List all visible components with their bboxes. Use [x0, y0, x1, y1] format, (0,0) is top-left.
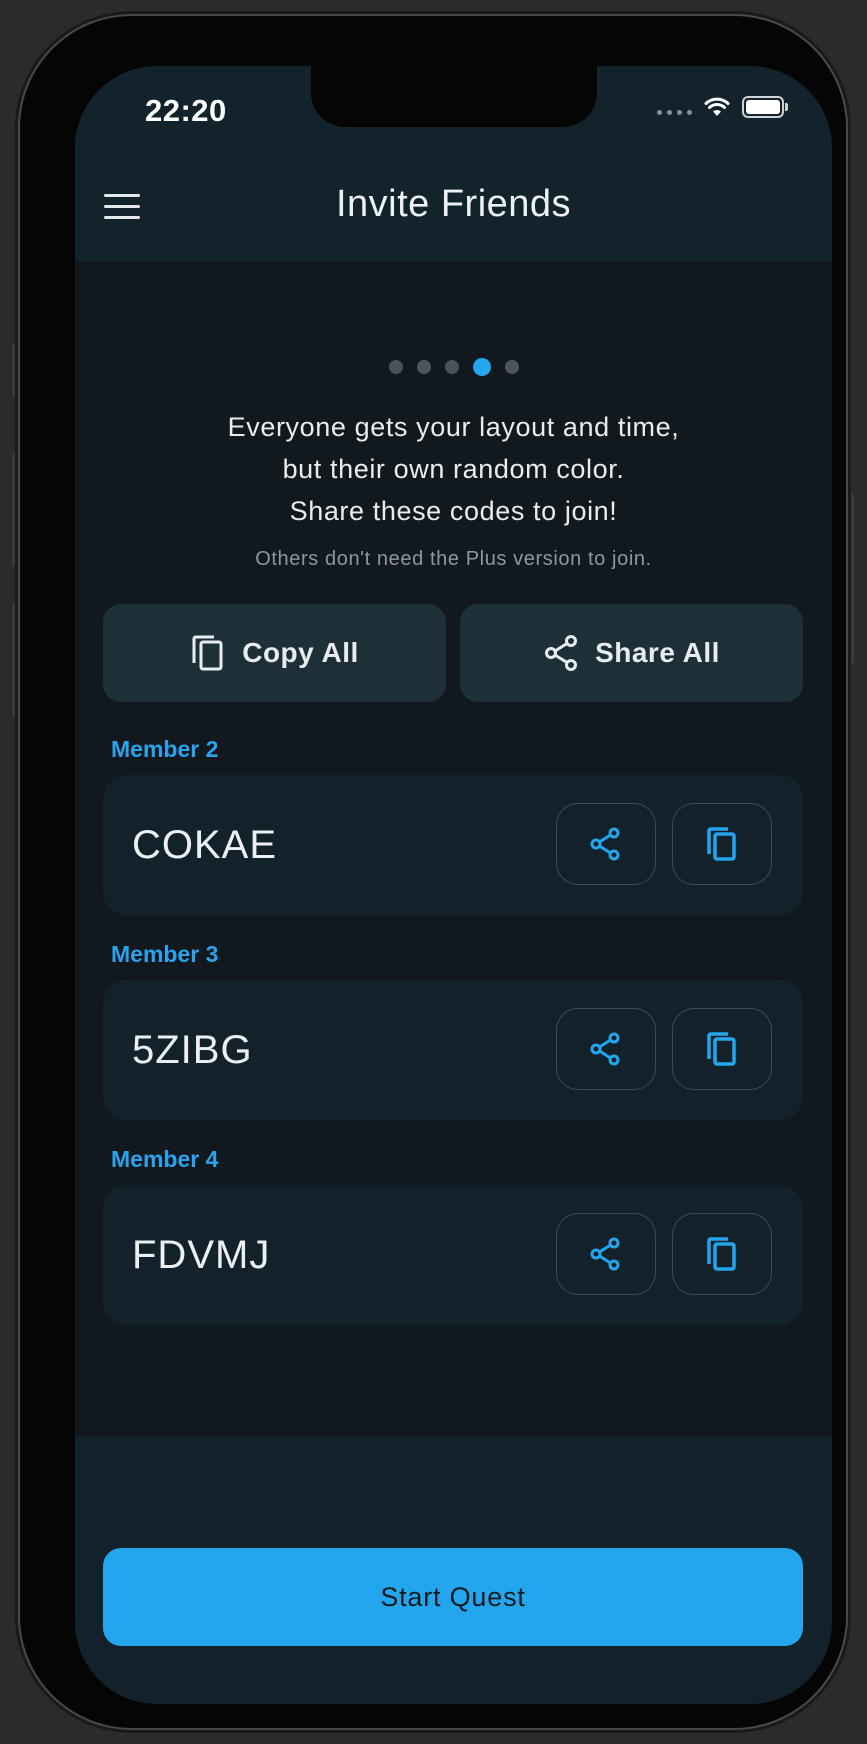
volume-up-button: [12, 454, 20, 566]
signal-dots-icon: [657, 109, 692, 115]
status-time: 22:20: [145, 93, 227, 128]
power-button: [846, 494, 854, 664]
copy-icon: [707, 1032, 736, 1066]
member-card: FDVMJ: [103, 1185, 803, 1325]
page-title: Invite Friends: [335, 183, 572, 225]
invite-code: 5ZIBG: [132, 1028, 253, 1072]
copy-icon: [192, 635, 223, 671]
start-quest-label: Start Quest: [380, 1581, 526, 1612]
copy-icon: [707, 1237, 736, 1271]
share-icon: [545, 635, 578, 671]
notch: [311, 66, 597, 127]
page-dot-active: [472, 358, 491, 376]
share-icon: [590, 1032, 620, 1066]
invite-code: COKAE: [132, 823, 278, 867]
copy-code-button[interactable]: [672, 1213, 772, 1295]
share-code-button[interactable]: [556, 803, 656, 885]
page-dot: [416, 360, 431, 374]
share-all-label: Share All: [595, 637, 720, 668]
intro-line-2: but their own random color.: [282, 454, 625, 484]
member-card: COKAE: [103, 775, 803, 915]
plus-note: Others don't need the Plus version to jo…: [255, 548, 652, 570]
copy-code-button[interactable]: [672, 1008, 772, 1090]
member-label: Member 2: [111, 736, 219, 762]
page-indicator: [75, 358, 832, 376]
silent-switch: [12, 344, 20, 396]
member-label: Member 3: [111, 941, 219, 967]
share-all-button[interactable]: Share All: [460, 604, 803, 702]
member-label: Member 4: [111, 1146, 219, 1172]
phone-screen: Invite Friends 22:20 Everyone gets your …: [75, 66, 832, 1704]
share-code-button[interactable]: [556, 1213, 656, 1295]
member-card: 5ZIBG: [103, 980, 803, 1120]
wifi-icon: [704, 97, 730, 116]
page-dot: [504, 360, 519, 374]
status-icons: [657, 96, 788, 118]
copy-icon: [707, 827, 736, 861]
phone-frame: Invite Friends 22:20 Everyone gets your …: [20, 16, 846, 1728]
copy-all-button[interactable]: Copy All: [103, 604, 446, 702]
page-dot: [444, 360, 459, 374]
copy-all-label: Copy All: [242, 637, 359, 668]
share-code-button[interactable]: [556, 1008, 656, 1090]
copy-code-button[interactable]: [672, 803, 772, 885]
start-quest-button[interactable]: Start Quest: [103, 1548, 803, 1646]
invite-code: FDVMJ: [132, 1233, 271, 1277]
page-dot: [388, 360, 403, 374]
intro-line-1: Everyone gets your layout and time,: [227, 412, 680, 442]
volume-down-button: [12, 604, 20, 716]
battery-icon: [742, 96, 788, 118]
share-icon: [590, 827, 620, 861]
intro-text: Everyone gets your layout and time, but …: [75, 406, 832, 532]
share-icon: [590, 1237, 620, 1271]
intro-line-3: Share these codes to join!: [289, 496, 618, 526]
